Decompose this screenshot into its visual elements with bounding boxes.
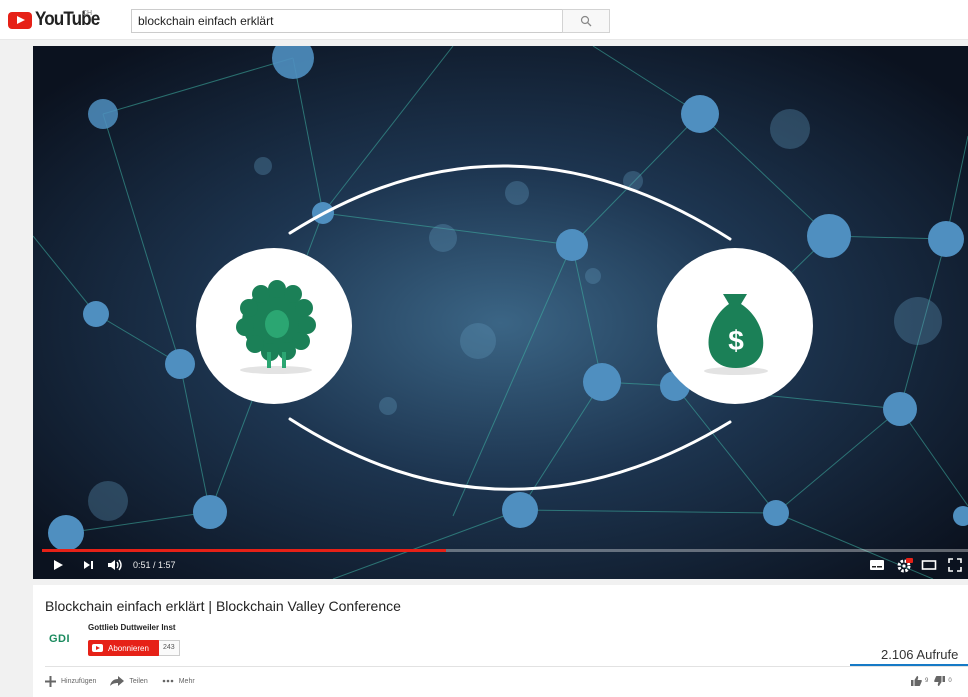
masthead: YouTube CH blockchain einfach erklärt xyxy=(0,0,968,40)
side-gutter xyxy=(0,40,33,697)
channel-name[interactable]: Gottlieb Duttweiler Inst xyxy=(88,623,176,632)
thumbs-up-icon[interactable] xyxy=(911,676,922,686)
more-label: Mehr xyxy=(178,677,195,685)
add-to-button[interactable]: Hinzufügen xyxy=(45,675,97,687)
player-controls: 0:51 / 1:57 xyxy=(33,552,968,579)
settings-button[interactable] xyxy=(896,556,914,574)
settings-hd-icon xyxy=(897,558,913,573)
video-info-panel: Blockchain einfach erklärt | Blockchain … xyxy=(33,585,968,697)
subscriber-count: 243 xyxy=(159,640,180,656)
fullscreen-button[interactable] xyxy=(948,556,962,574)
like-count: 9 xyxy=(925,678,929,684)
dislike-count: 0 xyxy=(948,678,952,684)
volume-button[interactable] xyxy=(106,556,124,574)
next-icon xyxy=(84,561,93,569)
next-button[interactable] xyxy=(81,556,95,574)
search-button[interactable] xyxy=(562,9,610,33)
play-button[interactable] xyxy=(51,556,65,574)
search-input[interactable]: blockchain einfach erklärt xyxy=(131,9,563,33)
youtube-small-icon xyxy=(92,644,103,652)
time-display: 0:51 / 1:57 xyxy=(133,560,176,570)
action-bar: Hinzufügen Teilen Mehr xyxy=(45,673,209,689)
video-frame: $ xyxy=(33,46,968,579)
share-icon xyxy=(110,676,125,686)
channel-avatar[interactable]: GDI xyxy=(49,633,70,645)
plus-icon xyxy=(45,675,56,687)
more-dots-icon xyxy=(162,679,174,683)
region-label: CH xyxy=(82,10,93,17)
view-count: 2.106 Aufrufe xyxy=(881,647,959,662)
search-icon xyxy=(580,15,592,27)
theater-mode-icon xyxy=(921,560,937,570)
video-player[interactable]: $ 0:51 / 1:57 xyxy=(33,46,968,579)
add-to-label: Hinzufügen xyxy=(61,677,97,685)
theater-mode-button[interactable] xyxy=(921,556,937,574)
subtitles-button[interactable] xyxy=(869,556,885,574)
volume-icon xyxy=(108,559,122,571)
svg-text:$: $ xyxy=(728,325,744,356)
subtitles-icon xyxy=(870,560,884,570)
fullscreen-icon xyxy=(948,558,962,572)
rating-bar: 9 0 xyxy=(911,673,958,689)
subscribe-button[interactable]: Abonnieren xyxy=(88,640,160,656)
more-button[interactable]: Mehr xyxy=(162,678,195,685)
thumbs-down-icon[interactable] xyxy=(934,676,946,686)
youtube-logo-icon xyxy=(8,11,32,29)
share-label: Teilen xyxy=(129,677,148,685)
play-icon xyxy=(54,560,63,570)
share-button[interactable]: Teilen xyxy=(110,676,148,686)
video-title: Blockchain einfach erklärt | Blockchain … xyxy=(45,598,401,614)
subscribe-label: Abonnieren xyxy=(108,643,149,653)
divider xyxy=(45,666,968,667)
